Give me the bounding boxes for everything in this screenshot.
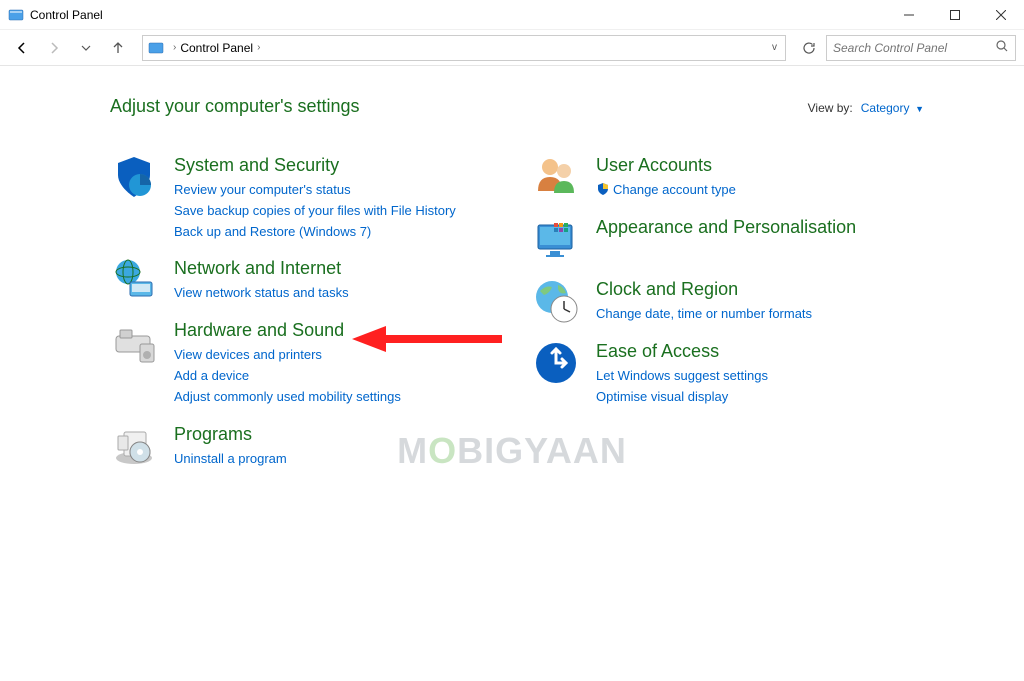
category-title[interactable]: Appearance and Personalisation (596, 217, 924, 238)
category-link[interactable]: Uninstall a program (174, 449, 502, 470)
recent-dropdown[interactable] (72, 34, 100, 62)
navbar: › Control Panel › v (0, 30, 1024, 66)
close-button[interactable] (978, 0, 1024, 29)
category-link[interactable]: Add a device (174, 366, 502, 387)
up-button[interactable] (104, 34, 132, 62)
category-link[interactable]: View devices and printers (174, 345, 502, 366)
chevron-down-icon: ▼ (915, 104, 924, 114)
search-box[interactable] (826, 35, 1016, 61)
category-link[interactable]: Review your computer's status (174, 180, 502, 201)
category-link[interactable]: Save backup copies of your files with Fi… (174, 201, 502, 222)
breadcrumb-item[interactable]: Control Panel (180, 41, 253, 55)
category-hardware-sound: Hardware and Sound View devices and prin… (110, 318, 502, 407)
content-header: Adjust your computer's settings View by:… (110, 96, 924, 117)
chevron-right-icon[interactable]: › (173, 42, 176, 53)
category-title[interactable]: User Accounts (596, 155, 924, 176)
category-title[interactable]: Clock and Region (596, 279, 924, 300)
viewby-label: View by: (808, 101, 853, 115)
category-link[interactable]: View network status and tasks (174, 283, 502, 304)
refresh-button[interactable] (796, 35, 822, 61)
control-panel-icon (8, 7, 24, 23)
category-link[interactable]: Change account type (596, 180, 924, 201)
system-security-icon (110, 153, 158, 201)
category-link[interactable]: Change date, time or number formats (596, 304, 924, 325)
network-internet-icon (110, 256, 158, 304)
maximize-button[interactable] (932, 0, 978, 29)
user-accounts-icon (532, 153, 580, 201)
category-appearance: Appearance and Personalisation (532, 215, 924, 263)
category-link[interactable]: Back up and Restore (Windows 7) (174, 222, 502, 243)
category-title[interactable]: System and Security (174, 155, 502, 176)
category-link[interactable]: Optimise visual display (596, 387, 924, 408)
appearance-icon (532, 215, 580, 263)
address-bar[interactable]: › Control Panel › v (142, 35, 786, 61)
hardware-sound-icon (110, 318, 158, 366)
category-link[interactable]: Let Windows suggest settings (596, 366, 924, 387)
minimize-button[interactable] (886, 0, 932, 29)
titlebar: Control Panel (0, 0, 1024, 30)
shield-icon (596, 182, 610, 196)
right-column: User Accounts Change account type Appear… (532, 153, 924, 484)
address-dropdown-icon[interactable]: v (772, 42, 777, 53)
category-title[interactable]: Hardware and Sound (174, 320, 502, 341)
category-title[interactable]: Ease of Access (596, 341, 924, 362)
category-title[interactable]: Programs (174, 424, 502, 445)
category-ease-of-access: Ease of Access Let Windows suggest setti… (532, 339, 924, 408)
category-network-internet: Network and Internet View network status… (110, 256, 502, 304)
category-clock-region: Clock and Region Change date, time or nu… (532, 277, 924, 325)
programs-icon (110, 422, 158, 470)
category-system-security: System and Security Review your computer… (110, 153, 502, 242)
content-area: Adjust your computer's settings View by:… (0, 66, 1024, 484)
breadcrumb-icon (147, 39, 165, 57)
chevron-right-icon[interactable]: › (257, 42, 260, 53)
viewby-dropdown[interactable]: Category ▼ (861, 100, 924, 115)
viewby-value: Category (861, 101, 910, 115)
forward-button[interactable] (40, 34, 68, 62)
back-button[interactable] (8, 34, 36, 62)
category-link[interactable]: Adjust commonly used mobility settings (174, 387, 502, 408)
window-controls (886, 0, 1024, 29)
window-title: Control Panel (30, 8, 886, 22)
ease-of-access-icon (532, 339, 580, 387)
clock-region-icon (532, 277, 580, 325)
category-programs: Programs Uninstall a program (110, 422, 502, 470)
category-user-accounts: User Accounts Change account type (532, 153, 924, 201)
search-input[interactable] (833, 41, 995, 55)
page-title: Adjust your computer's settings (110, 96, 808, 117)
category-title[interactable]: Network and Internet (174, 258, 502, 279)
search-icon[interactable] (995, 39, 1009, 56)
left-column: System and Security Review your computer… (110, 153, 502, 484)
